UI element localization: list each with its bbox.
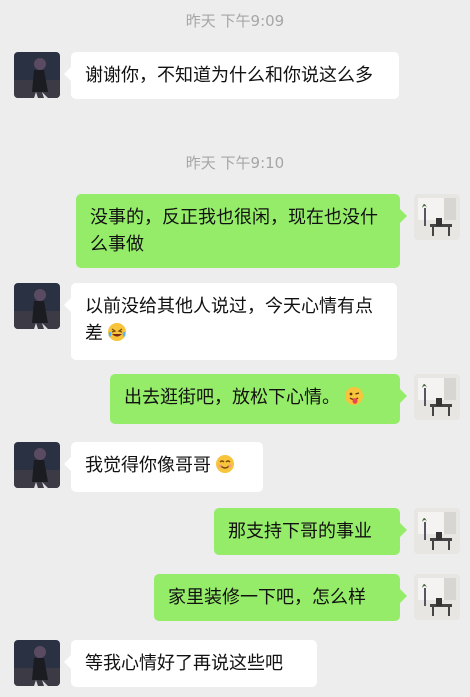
smiling-emoji-icon	[215, 454, 235, 482]
timestamp: 昨天 下午9:09	[185, 12, 285, 30]
message-text: 等我心情好了再说这些吧	[85, 653, 283, 674]
message-bubble-outgoing[interactable]: 家里装修一下吧，怎么样	[154, 574, 407, 621]
message-text: 谢谢你，不知道为什么和你说这么多	[85, 65, 373, 86]
message-bubble-outgoing[interactable]: 出去逛街吧，放松下心情。	[110, 374, 407, 424]
user-avatar[interactable]	[414, 508, 460, 554]
message-bubble-outgoing[interactable]: 没事的，反正我也很闲，现在也没什么事做	[76, 194, 407, 268]
message-bubble-incoming[interactable]: 等我心情好了再说这些吧	[64, 640, 317, 687]
user-avatar[interactable]	[414, 194, 460, 240]
contact-avatar[interactable]	[14, 52, 60, 98]
message-text: 出去逛街吧，放松下心情。	[124, 387, 340, 408]
contact-avatar[interactable]	[14, 442, 60, 488]
message-bubble-incoming[interactable]: 我觉得你像哥哥	[64, 442, 263, 492]
message-text: 我觉得你像哥哥	[85, 455, 211, 476]
user-avatar[interactable]	[414, 374, 460, 420]
message-text: 那支持下哥的事业	[228, 521, 372, 542]
message-bubble-incoming[interactable]: 谢谢你，不知道为什么和你说这么多	[64, 52, 399, 99]
contact-avatar[interactable]	[14, 283, 60, 329]
chat-window: 昨天 下午9:09 谢谢你，不知道为什么和你说这么多 昨天 下午9:10 没事的…	[0, 0, 470, 697]
message-bubble-outgoing[interactable]: 那支持下哥的事业	[214, 508, 407, 555]
message-text: 以前没给其他人说过，今天心情有点差	[85, 296, 373, 344]
contact-avatar[interactable]	[14, 640, 60, 686]
message-bubble-incoming[interactable]: 以前没给其他人说过，今天心情有点差	[64, 283, 397, 360]
message-text: 没事的，反正我也很闲，现在也没什么事做	[90, 207, 378, 255]
user-avatar[interactable]	[414, 574, 460, 620]
laughing-tears-emoji-icon	[107, 322, 127, 350]
timestamp: 昨天 下午9:10	[185, 154, 285, 172]
winking-tongue-emoji-icon	[344, 386, 364, 414]
message-text: 家里装修一下吧，怎么样	[168, 587, 366, 608]
